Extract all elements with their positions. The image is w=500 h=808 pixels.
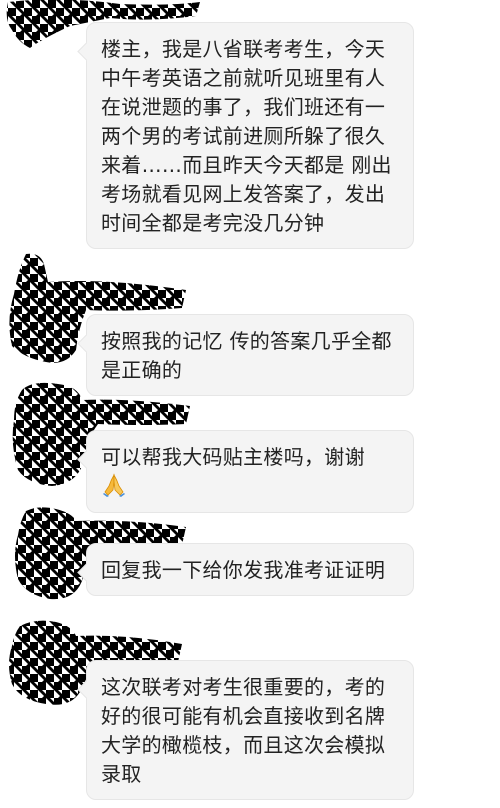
message-bubble: 楼主，我是八省联考考生，今天中午考英语之前就听见班里有人在说泄题的事了，我们班还… bbox=[86, 22, 414, 249]
chat-thread: 楼主，我是八省联考考生，今天中午考英语之前就听见班里有人在说泄题的事了，我们班还… bbox=[0, 0, 500, 808]
message-text: 按照我的记忆 传的答案几乎全都是正确的 bbox=[101, 329, 392, 382]
message-text: 这次联考对考生很重要的，考的好的很可能有机会直接收到名牌大学的橄榄枝，而且这次会… bbox=[101, 675, 386, 786]
message-text: 回复我一下给你发我准考证证明 bbox=[101, 558, 386, 582]
folded-hands-icon bbox=[103, 473, 125, 497]
message-text: 楼主，我是八省联考考生，今天中午考英语之前就听见班里有人在说泄题的事了，我们班还… bbox=[101, 37, 392, 235]
message-text: 可以帮我大码贴主楼吗，谢谢 bbox=[101, 445, 365, 469]
folded-hands-emoji bbox=[101, 472, 127, 498]
message-bubble: 可以帮我大码贴主楼吗，谢谢 bbox=[86, 430, 414, 513]
message-bubble: 这次联考对考生很重要的，考的好的很可能有机会直接收到名牌大学的橄榄枝，而且这次会… bbox=[86, 660, 414, 800]
message-bubble: 回复我一下给你发我准考证证明 bbox=[86, 543, 414, 596]
